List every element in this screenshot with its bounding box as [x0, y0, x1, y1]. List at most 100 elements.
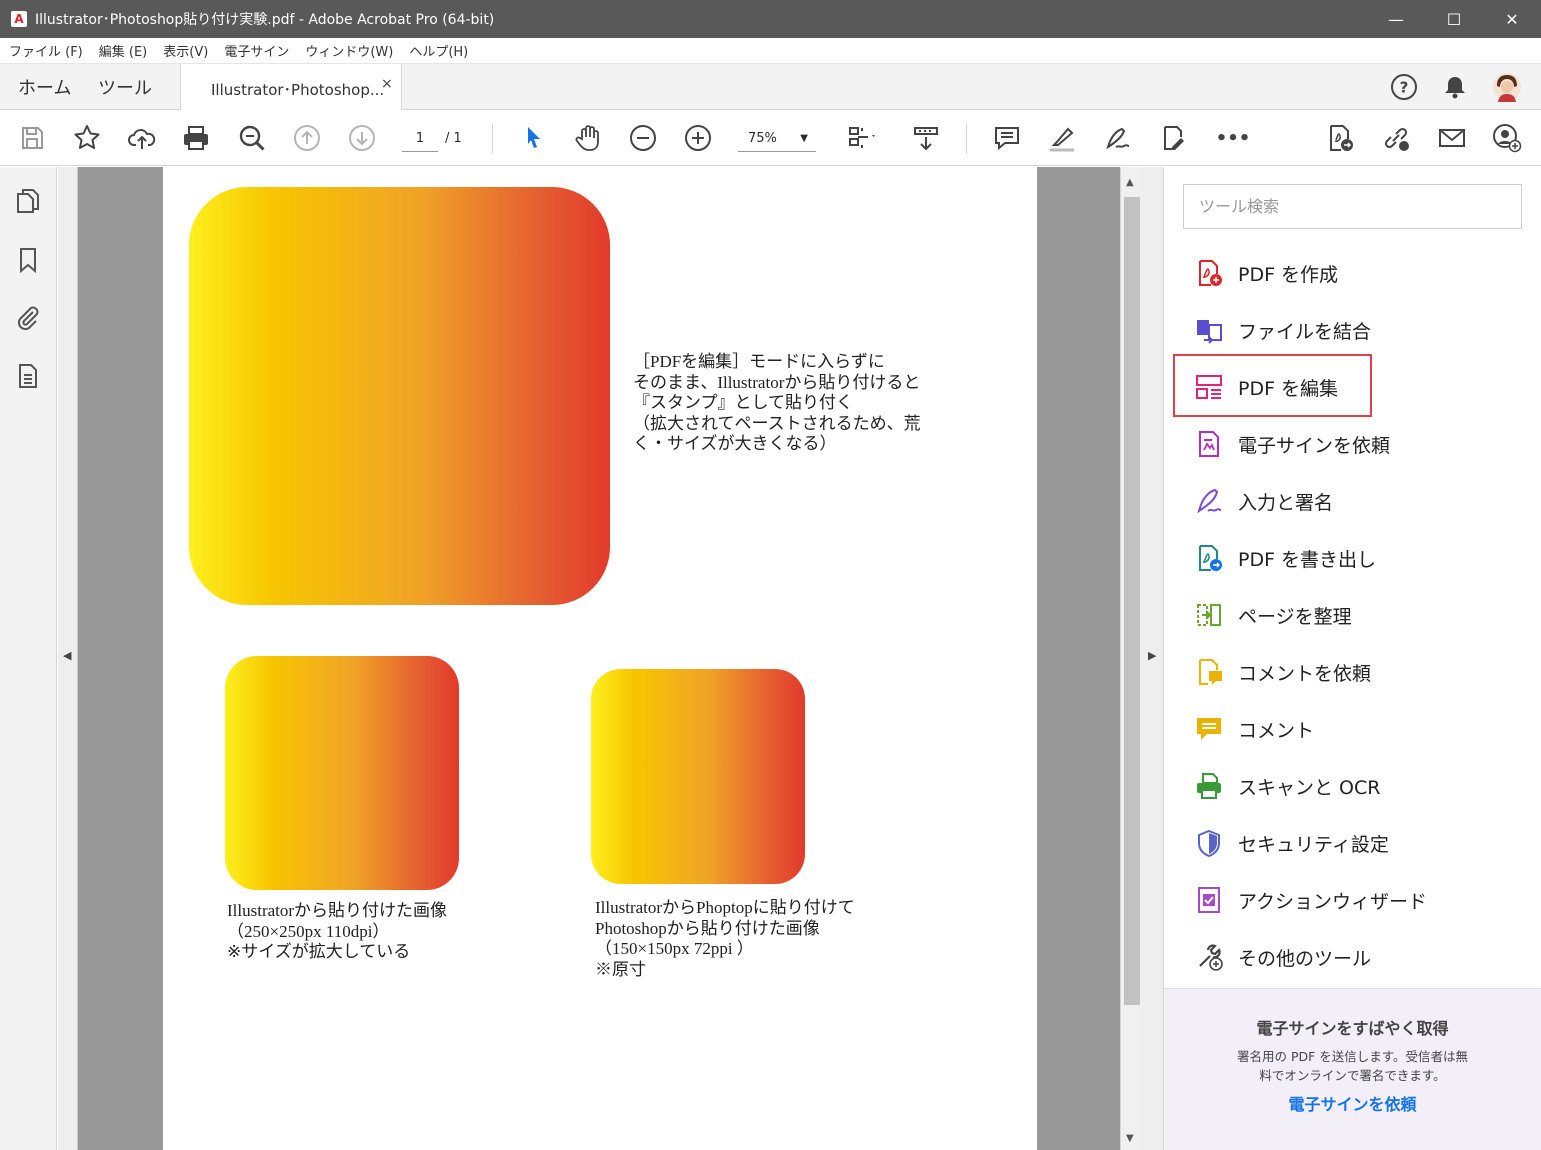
zoom-search-icon[interactable] — [233, 119, 271, 157]
attachment-icon[interactable] — [12, 301, 44, 333]
tab-document[interactable]: Illustrator･Photoshop... × — [180, 64, 402, 111]
tool-combine-files[interactable]: ファイルを結合 — [1192, 310, 1371, 350]
add-user-icon[interactable] — [1488, 119, 1526, 157]
tool-fill-sign[interactable]: 入力と署名 — [1192, 481, 1333, 521]
scroll-down-icon[interactable]: ▼ — [1126, 1133, 1134, 1144]
promo-link[interactable]: 電子サインを依頼 — [1164, 1091, 1541, 1115]
create-pdf-icon — [1192, 256, 1226, 290]
pasted-image-photoshop[interactable] — [591, 669, 805, 884]
export-pdf-icon — [1192, 541, 1226, 575]
tool-create-pdf[interactable]: PDF を作成 — [1192, 253, 1338, 293]
next-page-icon[interactable] — [343, 119, 381, 157]
bookmark-icon[interactable] — [12, 244, 44, 276]
menu-help[interactable]: ヘルプ(H) — [409, 41, 468, 60]
tool-label: その他のツール — [1238, 947, 1372, 970]
save-icon[interactable] — [13, 119, 51, 157]
page-thumbnails-icon[interactable] — [12, 185, 44, 217]
tool-organize-pages[interactable]: ページを整理 — [1192, 595, 1352, 635]
tool-search-input[interactable]: ツール検索 — [1183, 184, 1522, 229]
shield-icon — [1192, 826, 1226, 860]
tool-scan-ocr[interactable]: スキャンと OCR — [1192, 766, 1380, 806]
document-icon[interactable] — [12, 360, 44, 392]
window-title: Illustrator･Photoshop貼り付け実験.pdf - Adobe … — [35, 12, 495, 28]
comment-icon[interactable] — [988, 119, 1026, 157]
fill-sign-icon — [1192, 484, 1226, 518]
highlight-pen-icon[interactable] — [1043, 119, 1081, 157]
star-icon[interactable] — [68, 119, 106, 157]
tab-close-button[interactable]: × — [381, 76, 393, 92]
tool-comment[interactable]: コメント — [1192, 709, 1314, 749]
zoom-in-icon[interactable] — [679, 119, 717, 157]
toolbar-separator — [492, 124, 493, 154]
export-pdf-icon[interactable] — [1321, 119, 1359, 157]
left-panel-toggle[interactable]: ◀ — [58, 167, 78, 1150]
tool-action-wizard[interactable]: アクションウィザード — [1192, 880, 1427, 920]
zoom-level-value: 75% — [748, 131, 777, 146]
request-comments-icon — [1192, 655, 1226, 689]
upload-cloud-icon[interactable] — [123, 119, 161, 157]
minimize-button[interactable]: — — [1367, 0, 1425, 38]
tool-label: PDF を作成 — [1238, 263, 1339, 286]
page-total: / 1 — [445, 131, 462, 146]
tool-export-pdf[interactable]: PDF を書き出し — [1192, 538, 1376, 578]
acrobat-app-icon: A — [11, 11, 27, 27]
combine-files-icon — [1192, 313, 1226, 347]
organize-pages-icon — [1192, 598, 1226, 632]
tool-label: PDF を書き出し — [1238, 548, 1377, 571]
avatar[interactable] — [1490, 70, 1524, 104]
hand-tool-icon[interactable] — [569, 119, 607, 157]
pdf-page: ［PDFを編集］モードに入らずに そのまま、Illustratorから貼り付ける… — [163, 167, 1037, 1150]
menu-esign[interactable]: 電子サイン — [224, 41, 289, 60]
zoom-level-select[interactable]: 75% ▼ — [738, 126, 816, 152]
tool-label: 電子サインを依頼 — [1238, 434, 1391, 457]
tool-label: 入力と署名 — [1238, 491, 1334, 514]
scroll-thumb[interactable] — [1124, 197, 1140, 1005]
menu-view[interactable]: 表示(V) — [163, 41, 208, 60]
edit-sign-icon[interactable] — [1153, 119, 1191, 157]
scan-ocr-icon — [1192, 769, 1226, 803]
tool-label: コメントを依頼 — [1238, 662, 1372, 685]
request-signature-icon — [1192, 427, 1226, 461]
close-window-button[interactable]: ✕ — [1483, 0, 1541, 38]
vertical-scrollbar[interactable]: ▲ ▼ — [1120, 167, 1142, 1150]
menu-file[interactable]: ファイル (F) — [9, 41, 83, 60]
previous-page-icon[interactable] — [288, 119, 326, 157]
menu-window[interactable]: ウィンドウ(W) — [305, 41, 393, 60]
page-number-input[interactable]: 1 — [402, 126, 438, 152]
more-tools-button[interactable]: ••• — [1214, 119, 1252, 157]
tool-request-signature[interactable]: 電子サインを依頼 — [1192, 424, 1390, 464]
share-link-icon[interactable] — [1377, 119, 1415, 157]
menu-edit[interactable]: 編集 (E) — [99, 41, 148, 60]
scroll-up-icon[interactable]: ▲ — [1126, 177, 1134, 188]
maximize-button[interactable]: ☐ — [1425, 0, 1483, 38]
toolbar: 1 / 1 75% ▼ ••• — [0, 110, 1541, 166]
help-icon[interactable]: ? — [1387, 70, 1421, 104]
scroll-mode-icon[interactable] — [907, 119, 945, 157]
bell-icon[interactable] — [1438, 70, 1472, 104]
tool-label: アクションウィザード — [1238, 890, 1428, 913]
zoom-out-icon[interactable] — [624, 119, 662, 157]
tab-tools[interactable]: ツール — [98, 74, 152, 100]
promo-title: 電子サインをすばやく取得 — [1256, 1019, 1449, 1038]
fit-page-icon[interactable] — [842, 119, 880, 157]
chevron-left-icon: ◀ — [63, 649, 72, 662]
tool-more-tools[interactable]: その他のツール — [1192, 937, 1371, 977]
toolbar-separator — [966, 124, 967, 154]
promo-description: 署名用の PDF を送信します。受信者は無料でオンラインで署名できます。 — [1236, 1049, 1469, 1083]
tool-label: ファイルを結合 — [1238, 320, 1372, 343]
more-tools-icon — [1192, 940, 1226, 974]
email-icon[interactable] — [1433, 119, 1471, 157]
stamp-image-large[interactable] — [189, 187, 610, 605]
chevron-right-icon: ▶ — [1148, 649, 1157, 662]
print-icon[interactable] — [177, 119, 215, 157]
right-panel-toggle[interactable]: ▶ — [1142, 167, 1164, 1150]
tool-security[interactable]: セキュリティ設定 — [1192, 823, 1389, 863]
caption-photoshop: IllustratorからPhoptopに貼り付けて Photoshopから貼り… — [595, 898, 855, 979]
sign-pen-icon[interactable] — [1098, 119, 1136, 157]
left-navigation-rail — [0, 167, 57, 1150]
select-cursor-icon[interactable] — [514, 119, 552, 157]
tab-home[interactable]: ホーム — [18, 74, 71, 100]
pasted-image-illustrator[interactable] — [225, 656, 459, 890]
tool-label: セキュリティ設定 — [1238, 833, 1389, 856]
tool-request-comments[interactable]: コメントを依頼 — [1192, 652, 1371, 692]
